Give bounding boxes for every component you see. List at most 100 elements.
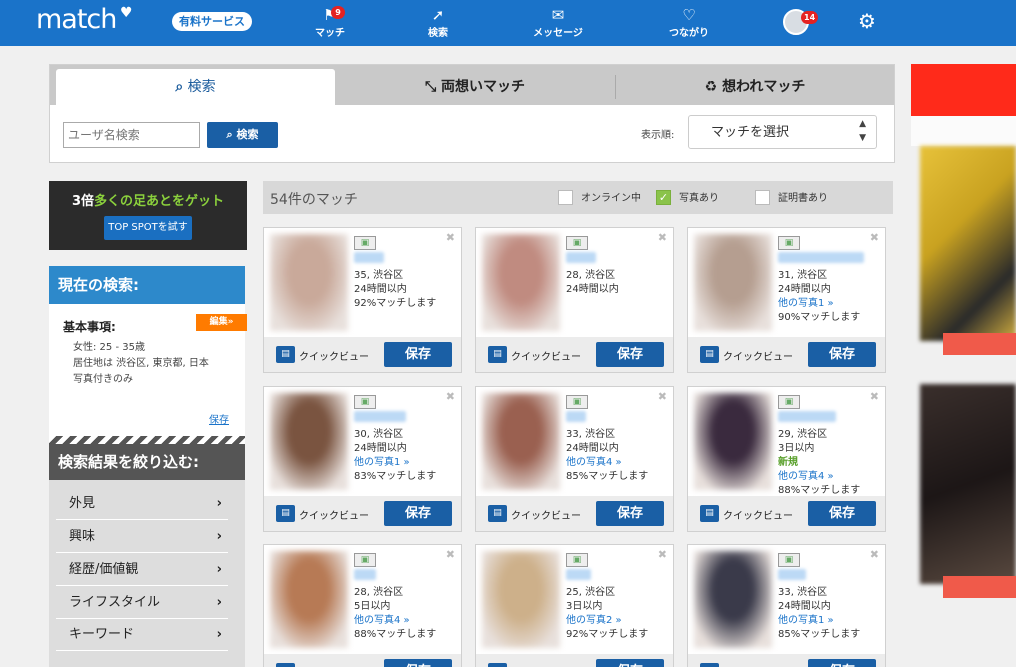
save-button[interactable]: 保存 (384, 501, 452, 526)
refine-appearance[interactable]: 外見 › (56, 488, 228, 520)
profile-card[interactable]: ▣ ✖ 33, 渋谷区 24時間以内 他の写真4 » 85%マッチします ▤ クイックビュー保… (475, 386, 674, 532)
tab-mutual-match[interactable]: ⤡ 両想いマッチ (335, 69, 615, 105)
profile-card[interactable]: ▣ ✖ 30, 渋谷区 24時間以内 他の写真1 » 83%マッチします ▤ クイックビュー保… (263, 386, 462, 532)
online-checkbox[interactable] (558, 189, 573, 205)
username-link[interactable] (566, 411, 586, 422)
quick-view-icon[interactable]: ▤ (488, 505, 507, 522)
save-button[interactable]: 保存 (596, 342, 664, 367)
profile-photo[interactable] (270, 393, 348, 490)
quick-view-icon[interactable]: ▤ (276, 663, 295, 667)
save-button[interactable]: 保存 (596, 659, 664, 667)
more-photos-link[interactable]: 他の写真1 » (778, 611, 834, 626)
ad-image-2[interactable] (920, 384, 1016, 584)
top-spot-banner[interactable]: 3倍多くの足あとをゲット TOP SPOTを試す (49, 181, 247, 250)
ad-image-1[interactable] (920, 146, 1016, 341)
filter-photo[interactable]: ✓ 写真あり (656, 189, 719, 206)
profile-card[interactable]: ▣ ✖ 28, 渋谷区 24時間以内 ▤ クイックビュー 保存 (475, 227, 674, 373)
quick-view-label[interactable]: クイックビュー (511, 507, 581, 522)
refine-lifestyle[interactable]: ライフスタイル › (56, 587, 228, 619)
username-link[interactable] (354, 569, 376, 580)
photo-checkbox[interactable]: ✓ (656, 189, 671, 205)
tab-reverse-match[interactable]: ♻ 想われマッチ (616, 69, 894, 105)
username-link[interactable] (778, 411, 836, 422)
quick-view-icon[interactable]: ▤ (700, 663, 719, 667)
quick-view-label[interactable]: クイックビュー (511, 348, 581, 363)
refine-background[interactable]: 経歴/価値観 › (56, 554, 228, 586)
save-button[interactable]: 保存 (808, 659, 876, 667)
close-icon[interactable]: ✖ (870, 231, 879, 244)
refine-keyword[interactable]: キーワード › (56, 619, 228, 651)
close-icon[interactable]: ✖ (658, 231, 667, 244)
profile-photo[interactable] (482, 551, 560, 648)
refine-interests[interactable]: 興味 › (56, 521, 228, 553)
search-button[interactable]: ⌕ 検索 (207, 122, 278, 148)
more-photos-link[interactable]: 他の写真4 » (566, 453, 622, 468)
username-link[interactable] (566, 252, 596, 263)
nav-search[interactable]: ➚ 検索 (423, 6, 453, 39)
profile-photo[interactable] (694, 393, 772, 490)
close-icon[interactable]: ✖ (446, 390, 455, 403)
ad-banner-red[interactable] (911, 64, 1016, 116)
quick-view-label[interactable]: クイックビュー (723, 348, 793, 363)
quick-view-icon[interactable]: ▤ (488, 663, 507, 667)
ad-button-1[interactable] (943, 333, 1016, 355)
more-photos-link[interactable]: 他の写真1 » (354, 453, 410, 468)
close-icon[interactable]: ✖ (446, 231, 455, 244)
username-link[interactable] (566, 569, 591, 580)
close-icon[interactable]: ✖ (658, 390, 667, 403)
close-icon[interactable]: ✖ (870, 390, 879, 403)
edit-button[interactable]: 編集» (196, 314, 247, 331)
profile-card[interactable]: ▣ ✖ 35, 渋谷区 24時間以内 92%マッチします ▤ クイックビュー 保存 (263, 227, 462, 373)
nav-connections[interactable]: ♡ つながり (664, 6, 714, 39)
nav-message[interactable]: ✉ メッセージ (527, 6, 589, 39)
verified-checkbox[interactable] (755, 189, 770, 205)
profile-card[interactable]: ▣ ✖ 31, 渋谷区 24時間以内 他の写真1 » 90%マッチします ▤ クイックビュー保… (687, 227, 886, 373)
profile-photo[interactable] (482, 234, 560, 331)
profile-card[interactable]: ▣ ✖ 25, 渋谷区 3日以内他の写真2 » 92%マッチします ▤クイックビュー保存 (475, 544, 674, 667)
filter-verified[interactable]: 証明書あり (755, 189, 828, 206)
more-photos-link[interactable]: 他の写真4 » (354, 611, 410, 626)
username-link[interactable] (778, 569, 806, 580)
search-tabs: ⌕ 検索 ⤡ 両想いマッチ ♻ 想われマッチ (50, 65, 894, 105)
quick-view-label[interactable]: クイックビュー (299, 348, 369, 363)
profile-card[interactable]: ▣ ✖ 28, 渋谷区 5日以内他の写真4 » 88%マッチします ▤クイックビュー保存 (263, 544, 462, 667)
filter-online[interactable]: オンライン中 (558, 189, 641, 206)
close-icon[interactable]: ✖ (446, 548, 455, 561)
more-photos-link[interactable]: 他の写真1 » (778, 294, 834, 309)
quick-view-icon[interactable]: ▤ (276, 505, 295, 522)
save-button[interactable]: 保存 (808, 342, 876, 367)
more-photos-link[interactable]: 他の写真2 » (566, 611, 622, 626)
quick-view-icon[interactable]: ▤ (700, 346, 719, 363)
username-search-input[interactable] (63, 122, 200, 148)
profile-card[interactable]: ▣ ✖ 33, 渋谷区 24時間以内他の写真1 » 85%マッチします ▤クイックビュー保… (687, 544, 886, 667)
profile-photo[interactable] (482, 393, 560, 490)
profile-photo[interactable] (270, 234, 348, 331)
profile-photo[interactable] (694, 234, 772, 331)
try-top-spot-button[interactable]: TOP SPOTを試す (104, 216, 192, 240)
match-logo[interactable]: match (36, 4, 117, 35)
ad-button-2[interactable] (943, 576, 1016, 598)
paid-service-button[interactable]: 有料サービス (172, 12, 252, 31)
save-button[interactable]: 保存 (384, 659, 452, 667)
tab-search[interactable]: ⌕ 検索 (56, 69, 335, 105)
close-icon[interactable]: ✖ (658, 548, 667, 561)
profile-photo[interactable] (694, 551, 772, 648)
save-button[interactable]: 保存 (808, 501, 876, 526)
save-button[interactable]: 保存 (384, 342, 452, 367)
username-link[interactable] (778, 252, 864, 263)
profile-photo[interactable] (270, 551, 348, 648)
profile-card[interactable]: ▣ ✖ 29, 渋谷区 3日以内 新規 他の写真4 » 88%マッチします ▤ クイックビュー保… (687, 386, 886, 532)
more-photos-link[interactable]: 他の写真4 » (778, 467, 834, 482)
quick-view-label[interactable]: クイックビュー (723, 507, 793, 522)
save-button[interactable]: 保存 (596, 501, 664, 526)
save-search-link[interactable]: 保存 (209, 411, 229, 426)
quick-view-icon[interactable]: ▤ (700, 505, 719, 522)
quick-view-icon[interactable]: ▤ (276, 346, 295, 363)
quick-view-label[interactable]: クイックビュー (299, 507, 369, 522)
quick-view-icon[interactable]: ▤ (488, 346, 507, 363)
gear-icon[interactable]: ⚙ (858, 9, 876, 33)
close-icon[interactable]: ✖ (870, 548, 879, 561)
sort-select[interactable]: マッチを選択 ▲ ▼ (688, 115, 877, 149)
username-link[interactable] (354, 411, 406, 422)
username-link[interactable] (354, 252, 384, 263)
